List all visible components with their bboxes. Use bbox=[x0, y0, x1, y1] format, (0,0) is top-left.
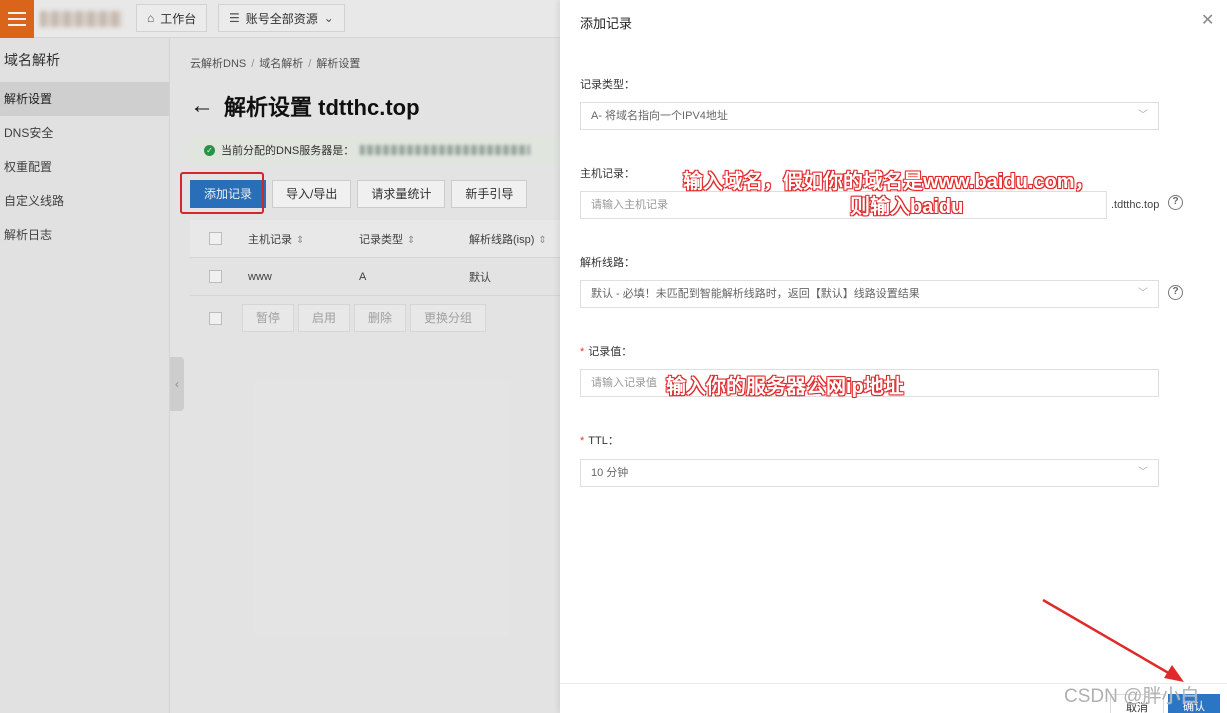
resources-dropdown[interactable]: ☰ 账号全部资源 ⌄ bbox=[218, 4, 345, 32]
host-input[interactable]: 请输入主机记录 bbox=[580, 191, 1107, 219]
select-all-checkbox[interactable] bbox=[209, 232, 222, 245]
table-row: www A 默认 bbox=[190, 258, 560, 296]
breadcrumb: 云解析DNS / 域名解析 / 解析设置 bbox=[190, 58, 361, 70]
server-icon: ☰ bbox=[229, 11, 240, 25]
workbench-label: 工作台 bbox=[160, 11, 197, 26]
help-icon[interactable]: ? bbox=[1168, 285, 1183, 300]
host-label: 主机记录： bbox=[580, 168, 635, 180]
sort-icon: ⇕ bbox=[296, 234, 305, 246]
add-record-drawer: 添加记录 ✕ 记录类型： A- 将域名指向一个IPV4地址 ﹀ 主机记录： 请输… bbox=[560, 0, 1227, 713]
check-circle-icon: ✓ bbox=[204, 144, 215, 156]
line-select[interactable]: 默认 - 必填！未匹配到智能解析线路时，返回【默认】线路设置结果 ﹀ bbox=[580, 280, 1159, 308]
notice-text: 当前分配的DNS服务器是： bbox=[221, 145, 355, 157]
column-header-line[interactable]: 解析线路(isp) ⇕ bbox=[469, 231, 549, 247]
chevron-down-icon: ﹀ bbox=[1138, 467, 1148, 478]
sidebar: 域名解析 解析设置 DNS安全 权重配置 自定义线路 解析日志 bbox=[0, 38, 170, 713]
sidebar-item-resolve-settings[interactable]: 解析设置 bbox=[0, 82, 169, 116]
line-label: 解析线路： bbox=[580, 257, 635, 269]
blurred-logo bbox=[40, 11, 122, 27]
record-value-label: * 记录值： bbox=[580, 346, 633, 358]
record-type-select[interactable]: A- 将域名指向一个IPV4地址 ﹀ bbox=[580, 102, 1159, 130]
column-header-type[interactable]: 记录类型 ⇕ bbox=[359, 231, 469, 247]
cell-line: 默认 bbox=[469, 271, 491, 284]
resources-label: 账号全部资源 bbox=[245, 11, 318, 26]
record-type-value: A- 将域名指向一个IPV4地址 bbox=[591, 110, 728, 122]
table-header: 主机记录 ⇕ 记录类型 ⇕ 解析线路(isp) ⇕ bbox=[190, 220, 560, 258]
drawer-title: 添加记录 bbox=[580, 16, 633, 31]
main-content: 云解析DNS / 域名解析 / 解析设置 ← 解析设置 tdtthc.top ✓ 当前分… bbox=[176, 38, 574, 713]
change-group-button[interactable]: 更换分组 bbox=[410, 304, 487, 332]
breadcrumb-item[interactable]: 域名解析 bbox=[259, 58, 303, 70]
sidebar-item-dns-security[interactable]: DNS安全 bbox=[0, 116, 169, 150]
cell-type: A bbox=[359, 270, 367, 283]
record-type-label: 记录类型： bbox=[580, 79, 635, 91]
blurred-dns-servers bbox=[360, 145, 531, 155]
annotation-record-value: 输入你的服务器公网ip地址 bbox=[666, 376, 904, 398]
help-icon[interactable]: ? bbox=[1168, 195, 1183, 210]
breadcrumb-item: 解析设置 bbox=[316, 58, 361, 70]
ttl-select[interactable]: 10 分钟 ﹀ bbox=[580, 459, 1159, 487]
sort-icon: ⇕ bbox=[538, 234, 547, 246]
sidebar-item-custom-lines[interactable]: 自定义线路 bbox=[0, 184, 169, 218]
workbench-button[interactable]: ⌂ 工作台 bbox=[136, 4, 208, 32]
batch-actions: 暂停 启用 删除 更换分组 bbox=[190, 296, 560, 340]
sidebar-item-resolve-logs[interactable]: 解析日志 bbox=[0, 218, 169, 252]
line-value: 默认 - 必填！未匹配到智能解析线路时，返回【默认】线路设置结果 bbox=[591, 288, 920, 300]
page-title: ← 解析设置 tdtthc.top bbox=[190, 90, 420, 122]
sidebar-item-weight-config[interactable]: 权重配置 bbox=[0, 150, 169, 184]
highlight-box bbox=[180, 172, 264, 214]
cell-host: www bbox=[248, 270, 272, 283]
back-arrow-icon[interactable]: ← bbox=[190, 92, 214, 120]
batch-checkbox[interactable] bbox=[209, 311, 222, 325]
column-header-host[interactable]: 主机记录 ⇕ bbox=[248, 231, 359, 247]
pause-button[interactable]: 暂停 bbox=[242, 304, 295, 332]
sidebar-title: 域名解析 bbox=[4, 52, 60, 68]
home-icon: ⌂ bbox=[147, 11, 155, 25]
domain-suffix: .tdtthc.top bbox=[1111, 199, 1160, 211]
close-icon[interactable]: ✕ bbox=[1201, 10, 1214, 30]
chevron-down-icon: ﹀ bbox=[1138, 288, 1148, 299]
menu-icon[interactable] bbox=[0, 0, 34, 38]
guide-button[interactable]: 新手引导 bbox=[451, 180, 528, 208]
breadcrumb-item[interactable]: 云解析DNS bbox=[190, 58, 246, 70]
page-title-text: 解析设置 tdtthc.top bbox=[224, 95, 420, 120]
delete-button[interactable]: 删除 bbox=[354, 304, 407, 332]
request-stats-button[interactable]: 请求量统计 bbox=[357, 180, 446, 208]
enable-button[interactable]: 启用 bbox=[298, 304, 351, 332]
watermark: CSDN @胖小白 bbox=[1064, 686, 1200, 707]
chevron-down-icon: ⌄ bbox=[323, 11, 334, 25]
dns-notice: ✓ 当前分配的DNS服务器是： bbox=[190, 136, 574, 164]
row-checkbox[interactable] bbox=[209, 270, 222, 283]
ttl-label: * TTL： bbox=[580, 435, 619, 447]
chevron-down-icon: ﹀ bbox=[1138, 110, 1148, 121]
ttl-value: 10 分钟 bbox=[591, 467, 629, 479]
records-table: 主机记录 ⇕ 记录类型 ⇕ 解析线路(isp) ⇕ www A 默认 暂停 启用 删除… bbox=[190, 220, 560, 340]
sort-icon: ⇕ bbox=[407, 234, 416, 246]
annotation-host-line2: 则输入baidu bbox=[850, 196, 964, 218]
import-export-button[interactable]: 导入/导出 bbox=[272, 180, 352, 208]
